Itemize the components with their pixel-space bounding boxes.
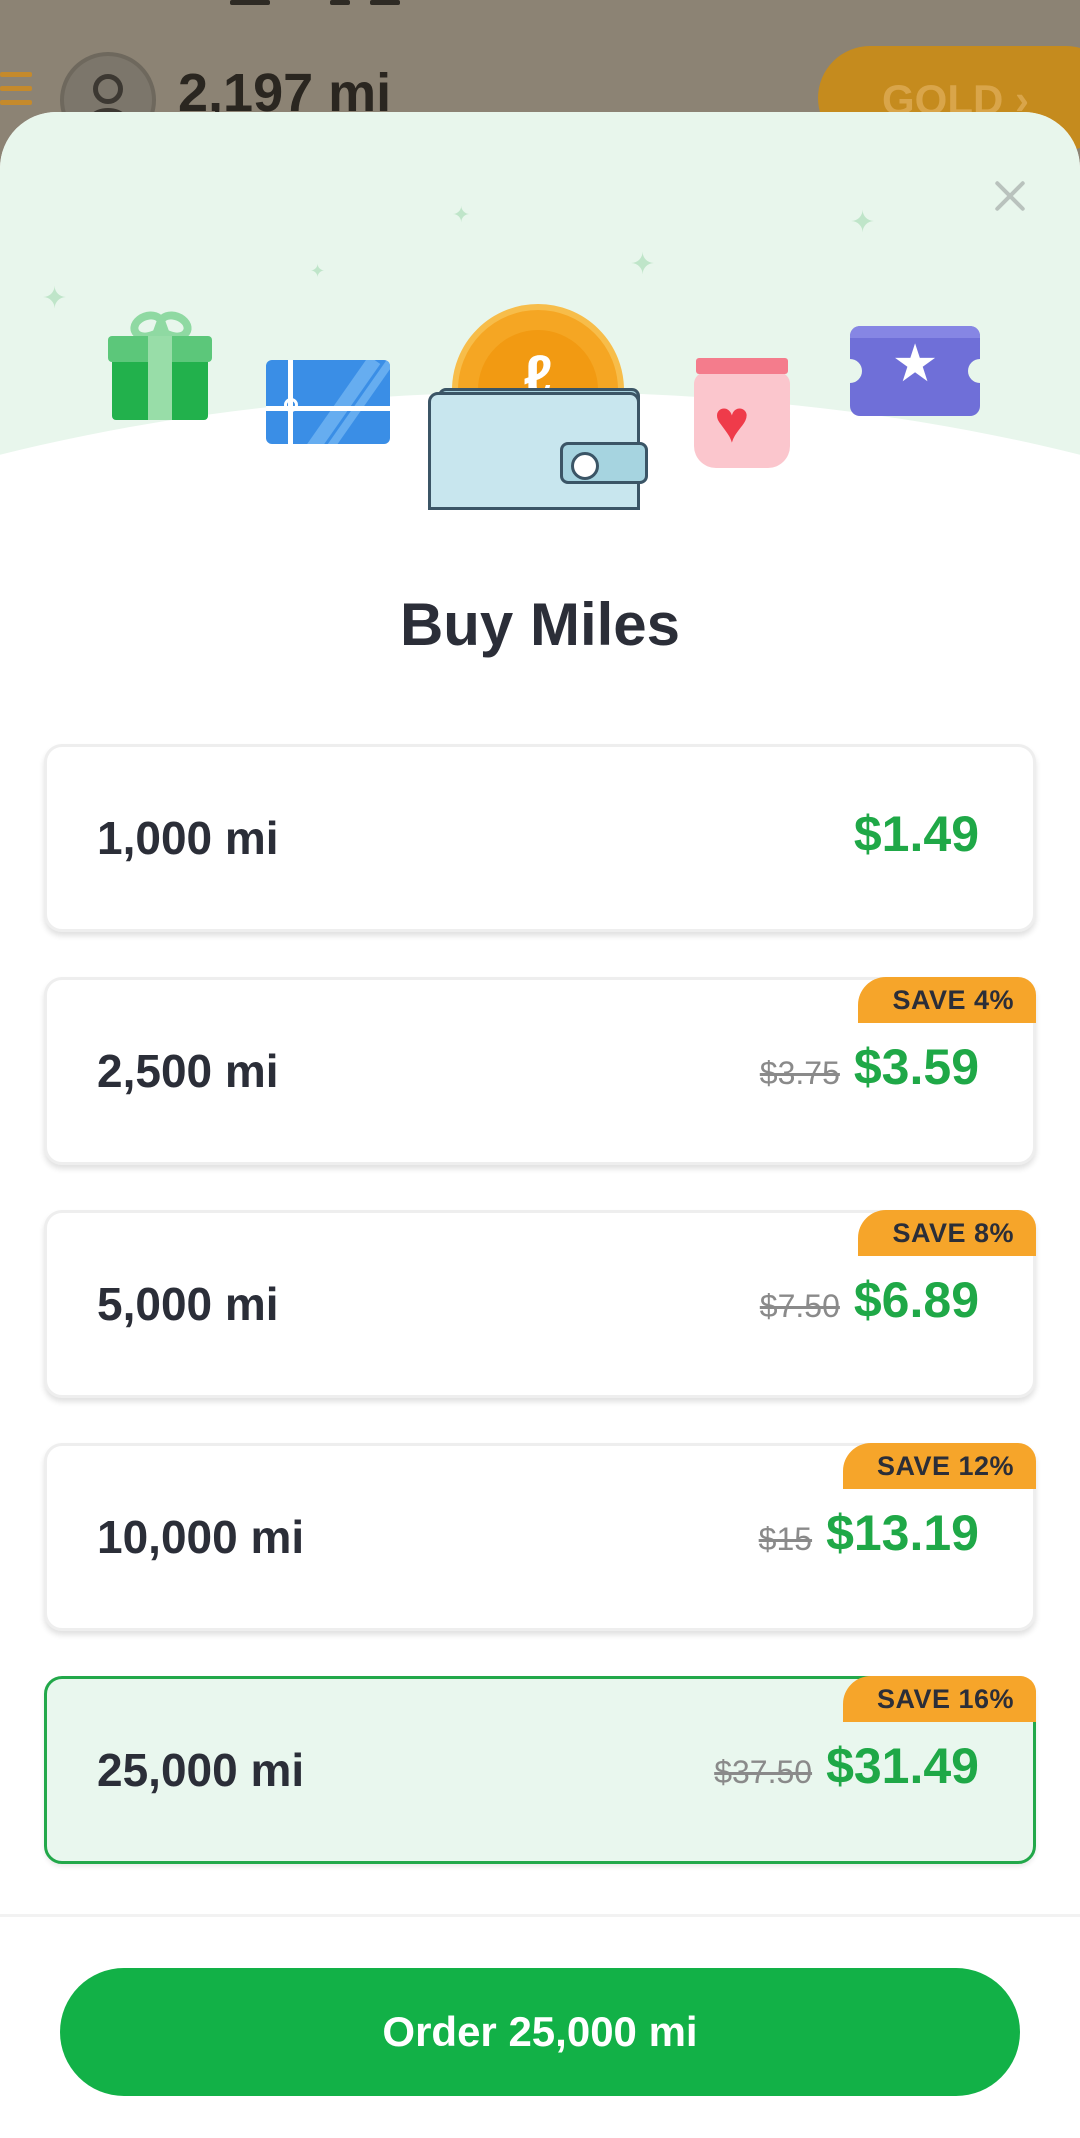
- save-badge: SAVE 16%: [842, 1676, 1036, 1722]
- heart-jar-icon: ♥: [694, 358, 792, 474]
- option-old-price: $15: [758, 1521, 813, 1557]
- miles-option-2500[interactable]: SAVE 4% 2,500 mi $3.75 $3.59: [44, 977, 1036, 1165]
- gift-card-icon: [266, 360, 390, 444]
- screen: 2,197 mi GOLD › ✦ ✦ ✦ ✦ ✦ ℓ ♥ ★ Buy Mile…: [0, 0, 1080, 2138]
- option-old-price: $3.75: [759, 1055, 840, 1091]
- option-price: $1.49: [853, 806, 979, 862]
- option-price: $6.89: [853, 1272, 979, 1328]
- option-miles: 1,000 mi: [97, 812, 279, 864]
- menu-icon: [0, 72, 34, 108]
- option-miles: 25,000 mi: [97, 1744, 305, 1796]
- gift-icon: [108, 306, 212, 422]
- miles-option-25000[interactable]: SAVE 16% 25,000 mi $37.50 $31.49: [44, 1676, 1036, 1864]
- option-price: $13.19: [826, 1505, 979, 1561]
- wallet-coin-icon: ℓ: [428, 304, 648, 510]
- hero-illustration: ✦ ✦ ✦ ✦ ✦ ℓ ♥ ★: [0, 112, 1080, 1292]
- buy-miles-sheet: ✦ ✦ ✦ ✦ ✦ ℓ ♥ ★ Buy Miles 1,000 mi $1.49…: [0, 112, 1080, 2138]
- save-badge: SAVE 4%: [858, 977, 1036, 1023]
- save-badge: SAVE 8%: [858, 1210, 1036, 1256]
- sparkle-icon: ✦: [452, 202, 471, 227]
- option-miles: 5,000 mi: [97, 1278, 279, 1330]
- star-ticket-icon: ★: [838, 326, 992, 416]
- option-miles: 10,000 mi: [97, 1511, 305, 1563]
- close-icon[interactable]: [986, 172, 1034, 220]
- sparkle-icon: ✦: [630, 248, 656, 281]
- option-price: $31.49: [826, 1738, 979, 1794]
- save-badge: SAVE 12%: [842, 1443, 1036, 1489]
- miles-option-1000[interactable]: 1,000 mi $1.49: [44, 744, 1036, 932]
- miles-option-5000[interactable]: SAVE 8% 5,000 mi $7.50 $6.89: [44, 1210, 1036, 1398]
- sparkle-icon: ✦: [42, 282, 68, 315]
- sparkle-icon: ✦: [850, 206, 876, 239]
- miles-option-10000[interactable]: SAVE 12% 10,000 mi $15 $13.19: [44, 1443, 1036, 1631]
- option-miles: 2,500 mi: [97, 1045, 279, 1097]
- status-bar: [230, 0, 400, 6]
- sparkle-icon: ✦: [310, 261, 326, 281]
- option-old-price: $37.50: [714, 1754, 813, 1790]
- divider: [0, 1914, 1080, 1917]
- page-title: Buy Miles: [399, 591, 681, 658]
- order-button[interactable]: Order 25,000 mi: [60, 1968, 1020, 2096]
- option-old-price: $7.50: [759, 1288, 840, 1324]
- option-price: $3.59: [853, 1039, 979, 1095]
